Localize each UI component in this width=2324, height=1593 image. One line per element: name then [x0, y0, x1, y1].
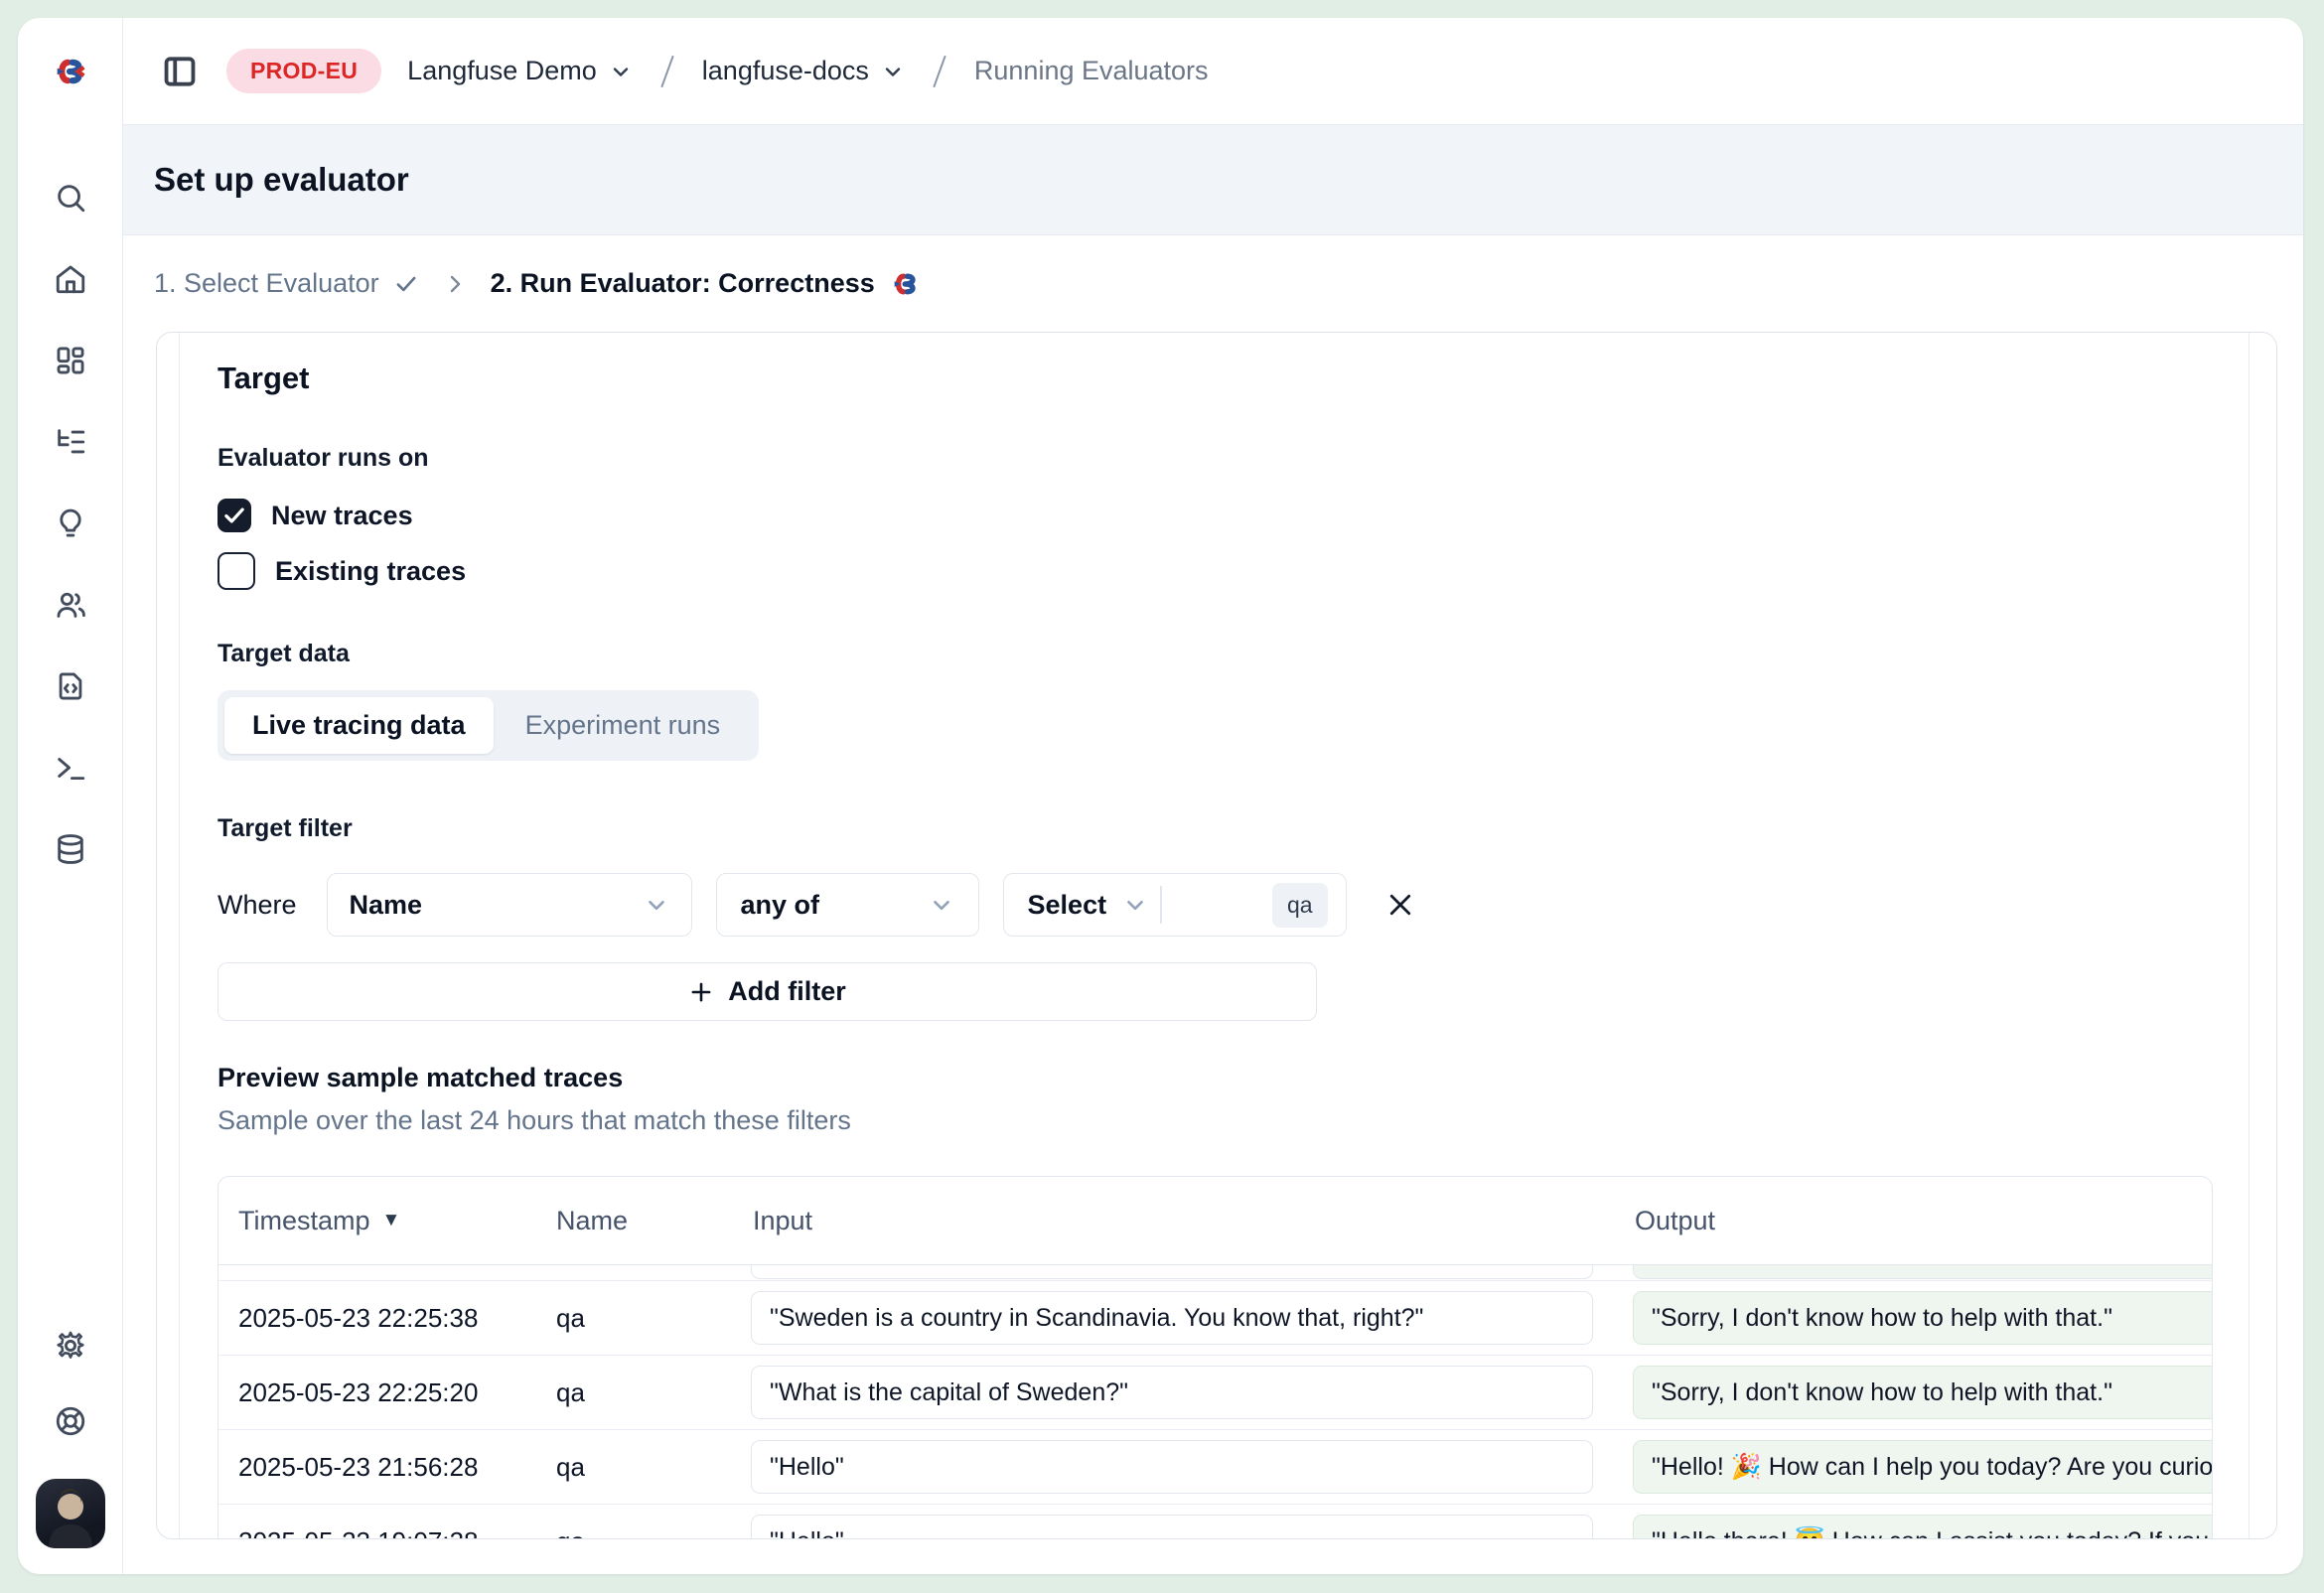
table-row[interactable]: 2025-05-23 22:25:20 qa "What is the capi…: [218, 1356, 2212, 1430]
chevron-down-icon: [609, 60, 633, 83]
dashboards-icon[interactable]: [53, 343, 88, 378]
output-cell[interactable]: "Hello! 🎉 How can I help you today? Are …: [1633, 1440, 2212, 1494]
target-card-pane: Target Evaluator runs on New traces Exis…: [179, 333, 2250, 1538]
users-icon[interactable]: [53, 587, 88, 623]
user-avatar[interactable]: [36, 1479, 105, 1548]
table-row-partial: [218, 1265, 2212, 1281]
page-title: Set up evaluator: [154, 161, 409, 199]
sidebar-footer: [36, 1328, 105, 1574]
column-header-input: Input: [733, 1206, 1611, 1236]
filter-operator-select[interactable]: any of: [716, 873, 979, 937]
breadcrumb-slash: [660, 55, 674, 87]
main-area: PROD-EU Langfuse Demo langfuse-docs Runn…: [123, 18, 2303, 1574]
filter-value-select[interactable]: Select qa: [1003, 873, 1347, 937]
select-divider: [1160, 886, 1162, 924]
target-data-toggle: Live tracing data Experiment runs: [218, 690, 759, 761]
langfuse-logo-icon[interactable]: [51, 18, 90, 124]
terminal-icon[interactable]: [53, 750, 88, 786]
settings-gear-icon[interactable]: [53, 1328, 88, 1364]
chevron-down-icon: [1122, 892, 1148, 918]
table-row[interactable]: 2025-05-23 19:07:28 qa "Hello" "Hello th…: [218, 1505, 2212, 1538]
step-run-evaluator[interactable]: 2. Run Evaluator: Correctness: [491, 268, 923, 299]
search-icon[interactable]: [53, 180, 88, 216]
column-header-output: Output: [1611, 1206, 2212, 1236]
steps-bar: 1. Select Evaluator 2. Run Evaluator: Co…: [123, 235, 2303, 332]
filter-value-badge: qa: [1272, 883, 1328, 928]
step-select-evaluator[interactable]: 1. Select Evaluator: [154, 268, 419, 299]
input-cell-clipped: [751, 1265, 1593, 1279]
evaluator-langfuse-icon: [889, 271, 923, 297]
runs-on-label: Evaluator runs on: [218, 444, 2213, 473]
table-row[interactable]: 2025-05-23 21:56:28 qa "Hello" "Hello! 🎉…: [218, 1430, 2212, 1505]
top-navbar: PROD-EU Langfuse Demo langfuse-docs Runn…: [123, 18, 2303, 124]
output-cell[interactable]: "Sorry, I don't know how to help with th…: [1633, 1366, 2212, 1419]
input-cell[interactable]: "Hello": [751, 1440, 1593, 1494]
toggle-live-tracing-data[interactable]: Live tracing data: [224, 697, 494, 754]
file-code-icon[interactable]: [53, 668, 88, 704]
add-filter-button[interactable]: Add filter: [218, 962, 1317, 1021]
preview-traces-table: Timestamp ▼ Name Input Output: [218, 1176, 2213, 1538]
preview-title: Preview sample matched traces: [218, 1063, 2213, 1093]
target-data-label: Target data: [218, 640, 2213, 668]
breadcrumb-page: Running Evaluators: [974, 56, 1209, 86]
home-icon[interactable]: [53, 261, 88, 297]
column-header-name: Name: [536, 1206, 733, 1236]
input-cell[interactable]: "What is the capital of Sweden?": [751, 1366, 1593, 1419]
output-cell[interactable]: "Sorry, I don't know how to help with th…: [1633, 1291, 2212, 1345]
checkbox-unchecked-icon[interactable]: [218, 552, 255, 590]
output-cell[interactable]: "Hello there! 😇 How can I assist you tod…: [1633, 1515, 2212, 1538]
table-row[interactable]: 2025-05-23 22:25:38 qa "Sweden is a coun…: [218, 1281, 2212, 1356]
sidebar-nav: [53, 124, 88, 867]
target-card: Target Evaluator runs on New traces Exis…: [156, 332, 2277, 1539]
breadcrumb-slash: [933, 55, 946, 87]
where-label: Where: [218, 890, 297, 921]
environment-badge[interactable]: PROD-EU: [226, 49, 381, 93]
remove-filter-icon[interactable]: [1379, 883, 1422, 927]
lightbulb-icon[interactable]: [53, 506, 88, 541]
app-window: PROD-EU Langfuse Demo langfuse-docs Runn…: [18, 18, 2303, 1574]
check-icon: [393, 271, 419, 297]
chevron-right-icon: [443, 272, 467, 296]
output-cell-clipped: [1633, 1265, 2212, 1279]
database-icon[interactable]: [53, 831, 88, 867]
input-cell[interactable]: "Hello": [751, 1515, 1593, 1538]
section-title: Target: [218, 361, 2213, 396]
checkbox-checked-icon[interactable]: [218, 499, 251, 532]
table-header-row: Timestamp ▼ Name Input Output: [218, 1177, 2212, 1265]
page-title-bar: Set up evaluator: [123, 124, 2303, 235]
checkbox-new-traces[interactable]: New traces: [218, 499, 413, 532]
breadcrumb-project[interactable]: langfuse-docs: [702, 56, 905, 86]
content-area: Target Evaluator runs on New traces Exis…: [123, 332, 2303, 1574]
sidebar: [18, 18, 123, 1574]
filter-row: Where Name any of Select: [218, 873, 2213, 937]
sort-desc-icon: ▼: [382, 1210, 401, 1231]
sidebar-toggle-icon[interactable]: [159, 51, 201, 92]
chevron-down-icon: [929, 892, 954, 918]
toggle-experiment-runs[interactable]: Experiment runs: [494, 697, 753, 754]
chevron-down-icon: [644, 892, 669, 918]
filter-column-select[interactable]: Name: [327, 873, 692, 937]
target-filter-label: Target filter: [218, 814, 2213, 843]
input-cell[interactable]: "Sweden is a country in Scandinavia. You…: [751, 1291, 1593, 1345]
column-header-timestamp[interactable]: Timestamp ▼: [218, 1206, 536, 1236]
chevron-down-icon: [881, 60, 905, 83]
checkbox-existing-traces[interactable]: Existing traces: [218, 552, 466, 590]
support-lifebuoy-icon[interactable]: [53, 1403, 88, 1439]
preview-subtitle: Sample over the last 24 hours that match…: [218, 1105, 2213, 1136]
plus-icon: [688, 979, 714, 1005]
tracing-tree-icon[interactable]: [53, 424, 88, 460]
breadcrumb-org[interactable]: Langfuse Demo: [407, 56, 633, 86]
